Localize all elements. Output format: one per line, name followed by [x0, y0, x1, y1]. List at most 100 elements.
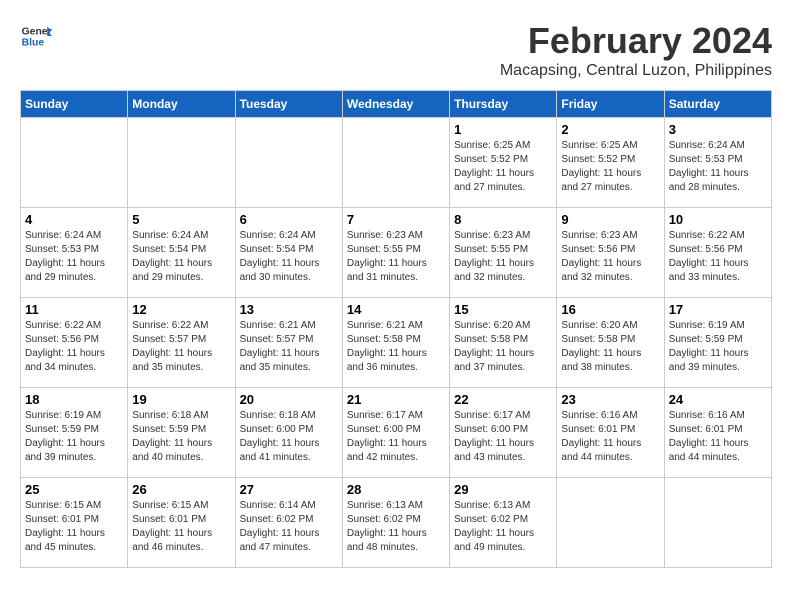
- day-info: Sunrise: 6:15 AMSunset: 6:01 PMDaylight:…: [25, 499, 123, 555]
- day-info: Sunrise: 6:25 AMSunset: 5:52 PMDaylight:…: [454, 139, 552, 195]
- day-info: Sunrise: 6:22 AMSunset: 5:57 PMDaylight:…: [132, 319, 230, 375]
- weekday-header: Wednesday: [342, 91, 449, 118]
- calendar-cell: [342, 118, 449, 208]
- weekday-header-row: SundayMondayTuesdayWednesdayThursdayFrid…: [21, 91, 772, 118]
- location-subtitle: Macapsing, Central Luzon, Philippines: [500, 62, 772, 80]
- day-info: Sunrise: 6:24 AMSunset: 5:53 PMDaylight:…: [25, 229, 123, 285]
- calendar-cell: 25 Sunrise: 6:15 AMSunset: 6:01 PMDayligh…: [21, 478, 128, 568]
- day-info: Sunrise: 6:21 AMSunset: 5:57 PMDaylight:…: [240, 319, 338, 375]
- calendar-cell: 16 Sunrise: 6:20 AMSunset: 5:58 PMDayligh…: [557, 298, 664, 388]
- day-number: 4: [25, 212, 123, 227]
- day-info: Sunrise: 6:25 AMSunset: 5:52 PMDaylight:…: [561, 139, 659, 195]
- day-info: Sunrise: 6:17 AMSunset: 6:00 PMDaylight:…: [454, 409, 552, 465]
- calendar-cell: 26Sunrise: 6:15 AMSunset: 6:01 PMDayligh…: [128, 478, 235, 568]
- day-info: Sunrise: 6:24 AMSunset: 5:54 PMDaylight:…: [240, 229, 338, 285]
- calendar-cell: 10 Sunrise: 6:22 AMSunset: 5:56 PMDayligh…: [664, 208, 771, 298]
- calendar-week-row: 18Sunrise: 6:19 AMSunset: 5:59 PMDayligh…: [21, 388, 772, 478]
- weekday-header: Thursday: [450, 91, 557, 118]
- day-info: Sunrise: 6:16 AMSunset: 6:01 PMDaylight:…: [561, 409, 659, 465]
- day-info: Sunrise: 6:13 AMSunset: 6:02 PMDaylight:…: [454, 499, 552, 555]
- weekday-header: Friday: [557, 91, 664, 118]
- day-number: 20: [240, 392, 338, 407]
- day-number: 26: [132, 482, 230, 497]
- calendar-cell: [664, 478, 771, 568]
- logo-icon: General Blue: [20, 20, 52, 52]
- calendar-cell: 8 Sunrise: 6:23 AMSunset: 5:55 PMDaylight…: [450, 208, 557, 298]
- calendar-week-row: 4 Sunrise: 6:24 AMSunset: 5:53 PMDaylight…: [21, 208, 772, 298]
- day-info: Sunrise: 6:17 AMSunset: 6:00 PMDaylight:…: [347, 409, 445, 465]
- calendar-table: SundayMondayTuesdayWednesdayThursdayFrid…: [20, 90, 772, 568]
- calendar-cell: 19 Sunrise: 6:18 AMSunset: 5:59 PMDayligh…: [128, 388, 235, 478]
- day-info: Sunrise: 6:20 AMSunset: 5:58 PMDaylight:…: [561, 319, 659, 375]
- day-number: 22: [454, 392, 552, 407]
- weekday-header: Tuesday: [235, 91, 342, 118]
- day-info: Sunrise: 6:22 AMSunset: 5:56 PMDaylight:…: [25, 319, 123, 375]
- calendar-cell: 28 Sunrise: 6:13 AMSunset: 6:02 PMDayligh…: [342, 478, 449, 568]
- day-number: 1: [454, 122, 552, 137]
- day-info: Sunrise: 6:23 AMSunset: 5:56 PMDaylight:…: [561, 229, 659, 285]
- calendar-week-row: 25 Sunrise: 6:15 AMSunset: 6:01 PMDayligh…: [21, 478, 772, 568]
- calendar-cell: 27Sunrise: 6:14 AMSunset: 6:02 PMDayligh…: [235, 478, 342, 568]
- calendar-cell: 13 Sunrise: 6:21 AMSunset: 5:57 PMDayligh…: [235, 298, 342, 388]
- calendar-cell: 1 Sunrise: 6:25 AMSunset: 5:52 PMDaylight…: [450, 118, 557, 208]
- day-info: Sunrise: 6:13 AMSunset: 6:02 PMDaylight:…: [347, 499, 445, 555]
- svg-text:Blue: Blue: [22, 38, 45, 49]
- day-number: 8: [454, 212, 552, 227]
- calendar-cell: 15Sunrise: 6:20 AMSunset: 5:58 PMDayligh…: [450, 298, 557, 388]
- day-number: 11: [25, 302, 123, 317]
- calendar-cell: 29 Sunrise: 6:13 AMSunset: 6:02 PMDayligh…: [450, 478, 557, 568]
- day-number: 24: [669, 392, 767, 407]
- day-number: 9: [561, 212, 659, 227]
- weekday-header: Saturday: [664, 91, 771, 118]
- day-number: 17: [669, 302, 767, 317]
- calendar-cell: 18Sunrise: 6:19 AMSunset: 5:59 PMDayligh…: [21, 388, 128, 478]
- calendar-week-row: 1 Sunrise: 6:25 AMSunset: 5:52 PMDaylight…: [21, 118, 772, 208]
- calendar-cell: 21 Sunrise: 6:17 AMSunset: 6:00 PMDayligh…: [342, 388, 449, 478]
- day-number: 12: [132, 302, 230, 317]
- day-info: Sunrise: 6:19 AMSunset: 5:59 PMDaylight:…: [669, 319, 767, 375]
- day-info: Sunrise: 6:22 AMSunset: 5:56 PMDaylight:…: [669, 229, 767, 285]
- day-number: 28: [347, 482, 445, 497]
- day-number: 25: [25, 482, 123, 497]
- month-year-title: February 2024: [500, 20, 772, 62]
- calendar-cell: 4 Sunrise: 6:24 AMSunset: 5:53 PMDaylight…: [21, 208, 128, 298]
- day-number: 16: [561, 302, 659, 317]
- calendar-cell: 9 Sunrise: 6:23 AMSunset: 5:56 PMDaylight…: [557, 208, 664, 298]
- day-info: Sunrise: 6:19 AMSunset: 5:59 PMDaylight:…: [25, 409, 123, 465]
- day-number: 2: [561, 122, 659, 137]
- day-number: 6: [240, 212, 338, 227]
- day-number: 3: [669, 122, 767, 137]
- day-info: Sunrise: 6:23 AMSunset: 5:55 PMDaylight:…: [347, 229, 445, 285]
- calendar-cell: 3Sunrise: 6:24 AMSunset: 5:53 PMDaylight…: [664, 118, 771, 208]
- calendar-week-row: 11 Sunrise: 6:22 AMSunset: 5:56 PMDayligh…: [21, 298, 772, 388]
- day-number: 10: [669, 212, 767, 227]
- calendar-cell: 6 Sunrise: 6:24 AMSunset: 5:54 PMDaylight…: [235, 208, 342, 298]
- weekday-header: Sunday: [21, 91, 128, 118]
- day-info: Sunrise: 6:18 AMSunset: 6:00 PMDaylight:…: [240, 409, 338, 465]
- day-info: Sunrise: 6:16 AMSunset: 6:01 PMDaylight:…: [669, 409, 767, 465]
- day-info: Sunrise: 6:23 AMSunset: 5:55 PMDaylight:…: [454, 229, 552, 285]
- calendar-cell: [557, 478, 664, 568]
- calendar-cell: 7Sunrise: 6:23 AMSunset: 5:55 PMDaylight…: [342, 208, 449, 298]
- calendar-cell: 22 Sunrise: 6:17 AMSunset: 6:00 PMDayligh…: [450, 388, 557, 478]
- calendar-cell: [235, 118, 342, 208]
- calendar-cell: 17 Sunrise: 6:19 AMSunset: 5:59 PMDayligh…: [664, 298, 771, 388]
- logo: General Blue: [20, 20, 52, 52]
- calendar-cell: 2 Sunrise: 6:25 AMSunset: 5:52 PMDaylight…: [557, 118, 664, 208]
- calendar-cell: 14Sunrise: 6:21 AMSunset: 5:58 PMDayligh…: [342, 298, 449, 388]
- calendar-cell: 23Sunrise: 6:16 AMSunset: 6:01 PMDayligh…: [557, 388, 664, 478]
- calendar-cell: 5Sunrise: 6:24 AMSunset: 5:54 PMDaylight…: [128, 208, 235, 298]
- calendar-cell: 24 Sunrise: 6:16 AMSunset: 6:01 PMDayligh…: [664, 388, 771, 478]
- calendar-cell: [128, 118, 235, 208]
- calendar-cell: [21, 118, 128, 208]
- day-number: 27: [240, 482, 338, 497]
- calendar-cell: 11 Sunrise: 6:22 AMSunset: 5:56 PMDayligh…: [21, 298, 128, 388]
- day-number: 13: [240, 302, 338, 317]
- day-info: Sunrise: 6:21 AMSunset: 5:58 PMDaylight:…: [347, 319, 445, 375]
- day-info: Sunrise: 6:20 AMSunset: 5:58 PMDaylight:…: [454, 319, 552, 375]
- day-info: Sunrise: 6:24 AMSunset: 5:54 PMDaylight:…: [132, 229, 230, 285]
- day-number: 21: [347, 392, 445, 407]
- day-info: Sunrise: 6:18 AMSunset: 5:59 PMDaylight:…: [132, 409, 230, 465]
- day-number: 19: [132, 392, 230, 407]
- day-number: 29: [454, 482, 552, 497]
